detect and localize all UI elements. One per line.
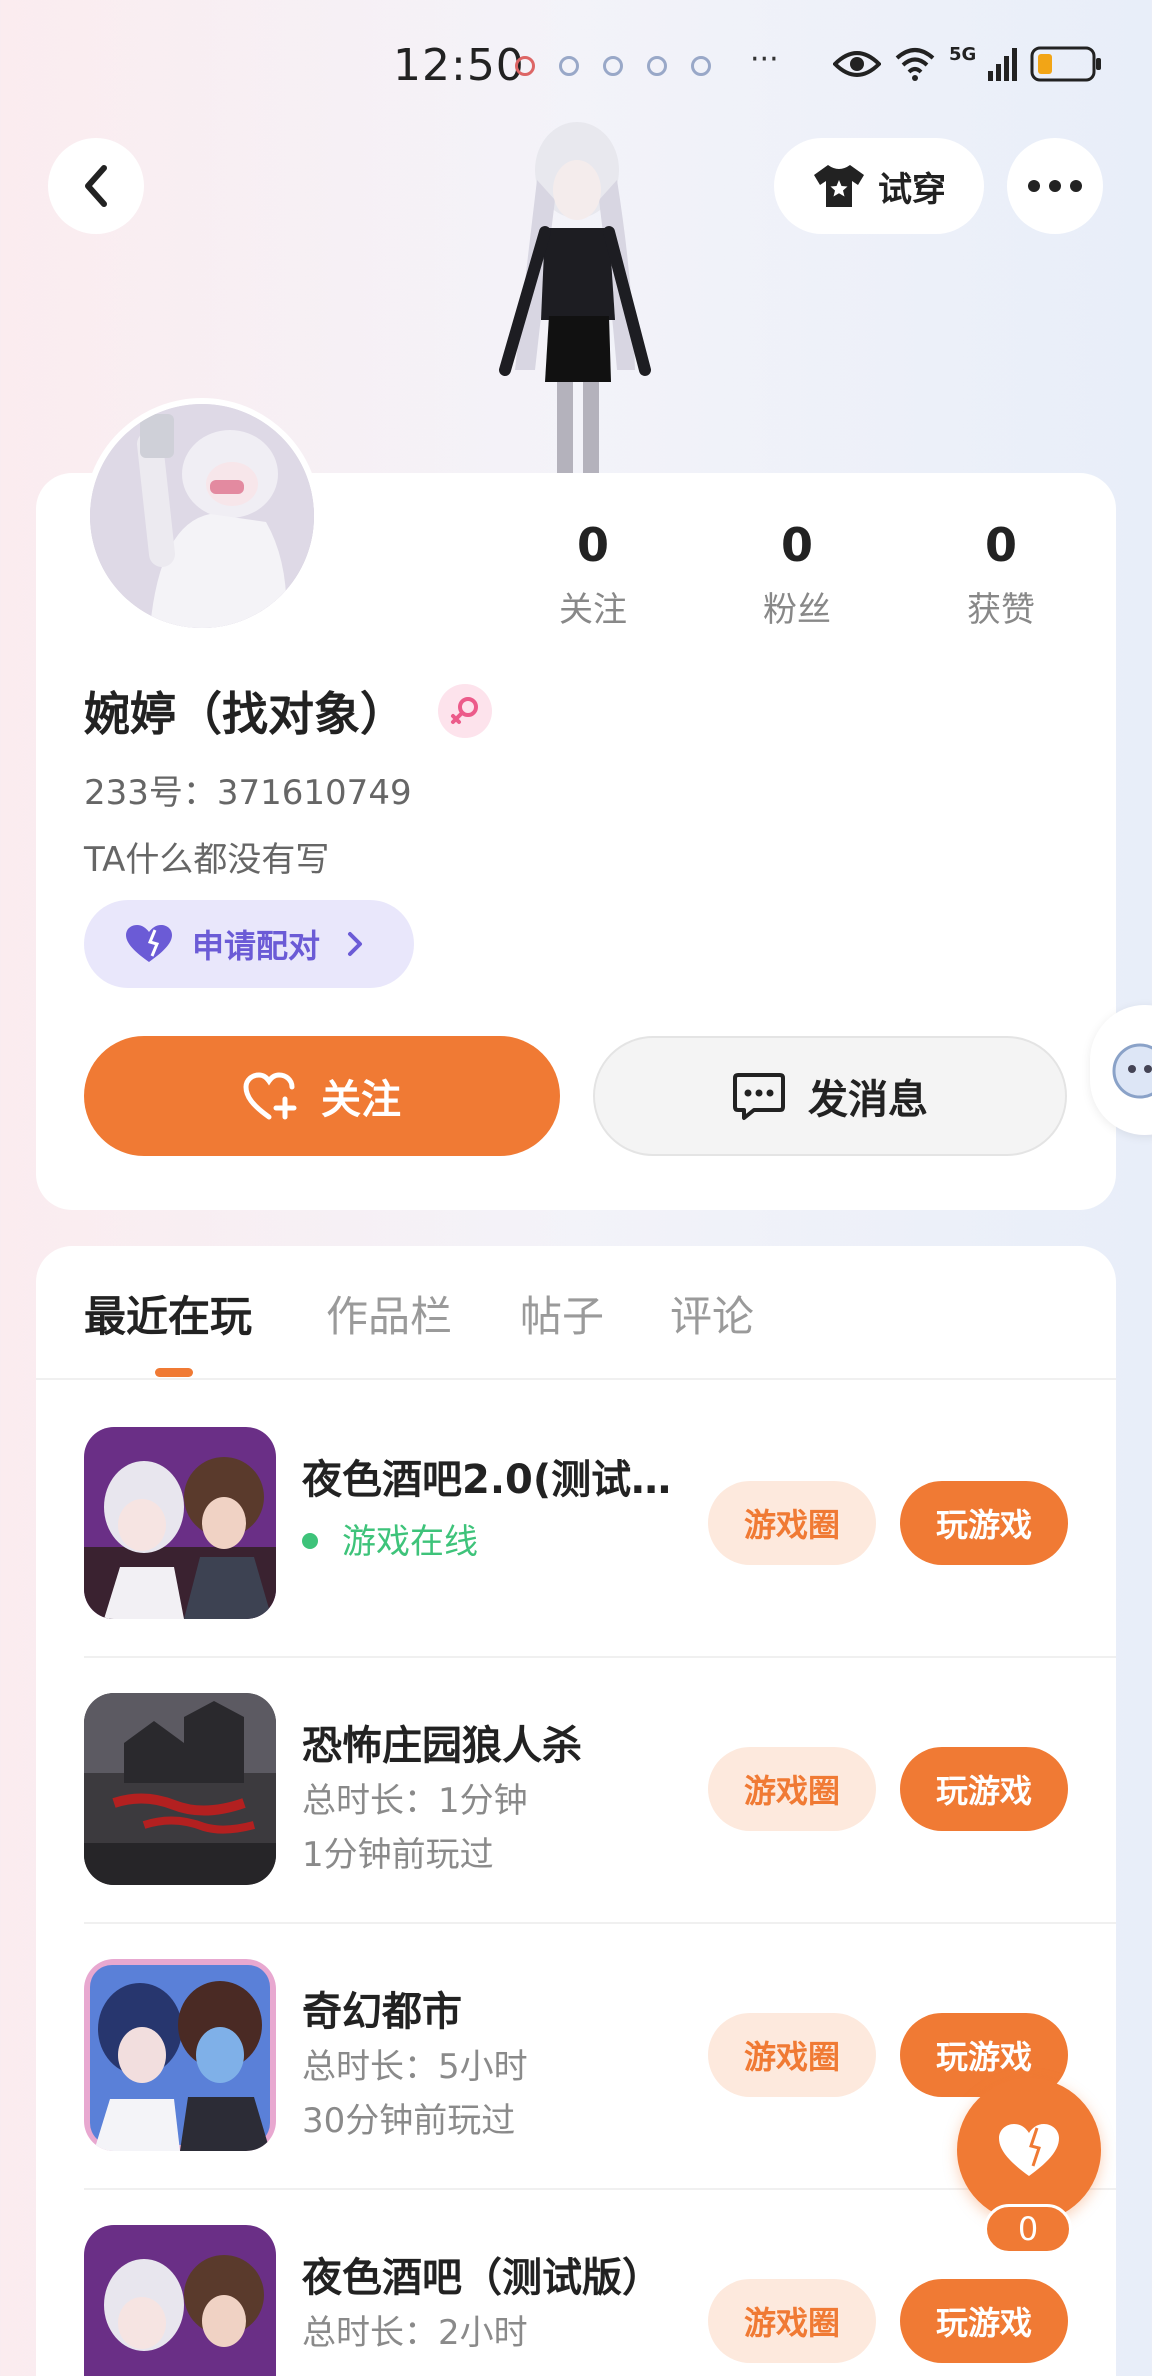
online-label: 游戏在线 xyxy=(342,1522,478,1562)
following-stat[interactable]: 0 关注 xyxy=(513,518,673,631)
fans-count: 0 xyxy=(780,518,813,572)
network-label: 5G xyxy=(949,43,977,65)
last-played: 1分钟前玩过 xyxy=(302,1835,494,1875)
wifi-icon xyxy=(895,48,935,81)
like-button[interactable] xyxy=(957,2078,1101,2222)
back-button[interactable] xyxy=(48,138,144,234)
avatar-portrait-icon xyxy=(90,404,314,628)
game-circle-button[interactable]: 游戏圈 xyxy=(708,2013,876,2097)
status-bar: 12:50 ··· 5G xyxy=(0,0,1152,130)
more-options-button[interactable] xyxy=(1007,138,1103,234)
profile-name: 婉婷（找对象） xyxy=(84,687,406,741)
avatar[interactable] xyxy=(84,398,320,634)
game-icon[interactable] xyxy=(84,1959,276,2151)
likes-stat[interactable]: 0 获赞 xyxy=(921,518,1081,631)
follow-button[interactable]: 关注 xyxy=(84,1036,560,1156)
more-dots-icon xyxy=(1028,180,1082,192)
play-duration: 总时长：5小时 xyxy=(302,2047,528,2087)
play-game-button[interactable]: 玩游戏 xyxy=(900,1747,1068,1831)
game-title: 夜色酒吧（测试版） xyxy=(302,2255,662,2301)
play-duration: 总时长：2小时 xyxy=(302,2313,528,2353)
battery-icon xyxy=(1030,46,1102,82)
likes-label: 获赞 xyxy=(967,590,1035,630)
heart-icon xyxy=(999,2124,1059,2176)
list-item[interactable]: 夜色酒吧2.0(测试版) 游戏在线 游戏圈 玩游戏 xyxy=(84,1427,1116,1693)
play-game-button[interactable]: 玩游戏 xyxy=(900,2279,1068,2363)
follow-label: 关注 xyxy=(321,1077,401,1123)
play-game-button[interactable]: 玩游戏 xyxy=(900,1481,1068,1565)
shirt-icon xyxy=(814,165,864,207)
tab-posts[interactable]: 帖子 xyxy=(520,1283,604,1344)
list-item[interactable]: 夜色酒吧（测试版） 总时长：2小时 游戏圈 玩游戏 xyxy=(84,2225,1116,2376)
row-divider xyxy=(84,1922,1116,1924)
character-figure-icon xyxy=(499,122,651,475)
avatar-figure xyxy=(485,120,665,475)
list-item[interactable]: 奇幻都市 总时长：5小时 30分钟前玩过 游戏圈 玩游戏 xyxy=(84,1959,1116,2225)
tab-recently-played[interactable]: 最近在玩 xyxy=(84,1283,252,1344)
notification-icon xyxy=(559,56,579,76)
tab-indicator xyxy=(155,1368,193,1377)
system-icons: 5G xyxy=(833,43,1102,82)
notification-icon xyxy=(515,56,535,76)
row-divider xyxy=(84,1656,1116,1658)
likes-count: 0 xyxy=(984,518,1017,572)
like-count: 0 xyxy=(984,2204,1072,2254)
fantasy-city-icon xyxy=(84,1959,276,2151)
tab-divider xyxy=(36,1378,1116,1380)
bar-game-icon xyxy=(84,1427,276,1619)
notification-icon xyxy=(691,56,711,76)
game-circle-button[interactable]: 游戏圈 xyxy=(708,1481,876,1565)
game-icon[interactable] xyxy=(84,1693,276,1885)
chevron-right-icon xyxy=(348,932,363,956)
fans-label: 粉丝 xyxy=(763,590,831,630)
game-circle-button[interactable]: 游戏圈 xyxy=(708,1747,876,1831)
message-label: 发消息 xyxy=(808,1077,928,1123)
notification-icon xyxy=(647,56,667,76)
game-icon[interactable] xyxy=(84,1427,276,1619)
list-item[interactable]: 恐怖庄园狼人杀 总时长：1分钟 1分钟前玩过 游戏圈 玩游戏 xyxy=(84,1693,1116,1959)
game-title: 恐怖庄园狼人杀 xyxy=(302,1723,582,1769)
chevron-left-icon xyxy=(85,165,107,207)
bar-game-icon xyxy=(84,2225,276,2376)
signal-icon xyxy=(988,48,1018,81)
tab-comments[interactable]: 评论 xyxy=(670,1283,754,1344)
status-time: 12:50 xyxy=(393,40,525,91)
heart-icon xyxy=(126,925,172,962)
female-icon xyxy=(451,697,478,724)
heart-plus-icon xyxy=(243,1072,297,1120)
gender-badge xyxy=(438,684,492,738)
try-on-label: 试穿 xyxy=(878,169,946,210)
play-duration: 总时长：1分钟 xyxy=(302,1781,528,1821)
following-label: 关注 xyxy=(559,590,627,630)
user-bio: TA什么都没有写 xyxy=(84,840,330,880)
chat-icon xyxy=(733,1073,785,1120)
pairing-label: 申请配对 xyxy=(192,927,321,965)
game-title: 夜色酒吧2.0(测试版) xyxy=(302,1457,682,1503)
game-title: 奇幻都市 xyxy=(302,1989,462,2035)
online-status: 游戏在线 xyxy=(302,1514,478,1563)
try-on-button[interactable]: 试穿 xyxy=(774,138,984,234)
assistant-mascot-icon xyxy=(1112,1043,1152,1099)
notification-icon xyxy=(603,56,623,76)
game-circle-button[interactable]: 游戏圈 xyxy=(708,2279,876,2363)
horror-manor-icon xyxy=(84,1693,276,1885)
notification-icons xyxy=(515,56,711,76)
online-dot-icon xyxy=(302,1532,318,1549)
send-message-button[interactable]: 发消息 xyxy=(593,1036,1067,1156)
following-count: 0 xyxy=(576,518,609,572)
fans-stat[interactable]: 0 粉丝 xyxy=(717,518,877,631)
eye-icon xyxy=(833,51,881,77)
game-icon[interactable] xyxy=(84,2225,276,2376)
status-more: ··· xyxy=(750,42,779,77)
last-played: 30分钟前玩过 xyxy=(302,2101,516,2141)
tab-works[interactable]: 作品栏 xyxy=(326,1283,452,1344)
row-divider xyxy=(84,2188,1116,2190)
user-id: 233号：371610749 xyxy=(84,773,412,813)
request-pairing-button[interactable]: 申请配对 xyxy=(84,900,414,988)
